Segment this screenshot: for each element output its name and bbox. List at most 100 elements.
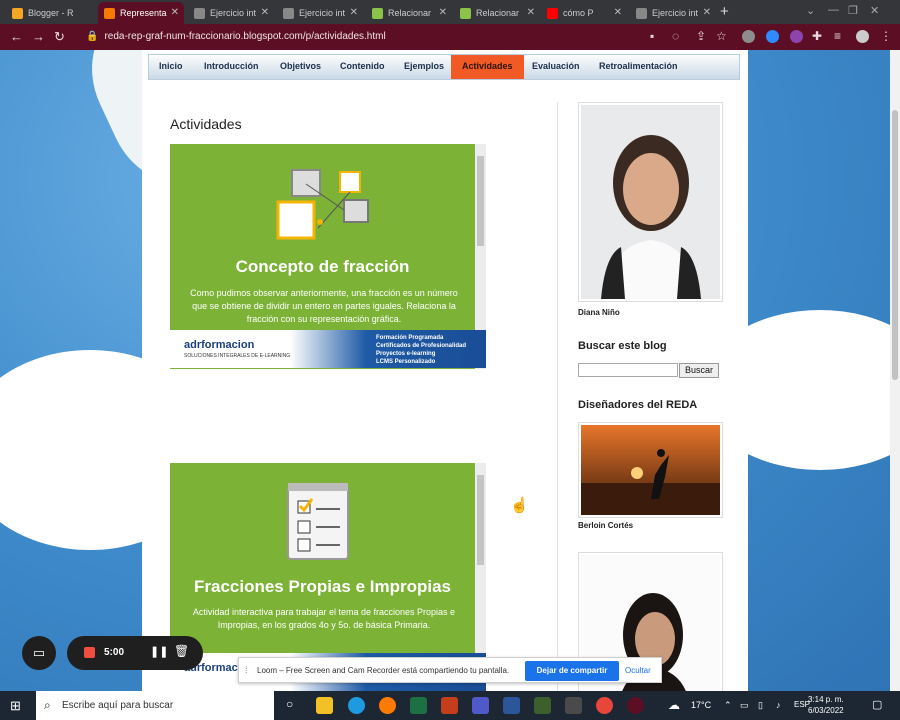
tab-label: Relacionar bbox=[476, 8, 520, 18]
scroll-thumb[interactable] bbox=[892, 110, 898, 380]
tab-ejercicio-3[interactable]: Ejercicio int ✕ bbox=[630, 2, 716, 24]
more-icon[interactable]: ⋮ bbox=[880, 29, 892, 43]
close-tab-icon[interactable]: ✕ bbox=[439, 7, 447, 18]
task-view-icon[interactable]: ○ bbox=[286, 697, 293, 711]
weather-icon[interactable]: ☁ bbox=[668, 698, 680, 712]
menu-item-actividades[interactable]: Actividades bbox=[451, 55, 524, 79]
menu-item-retroalimentacion[interactable]: Retroalimentación bbox=[599, 61, 678, 71]
clock[interactable]: 3:14 p. m. 6/03/2022 bbox=[808, 694, 844, 716]
activity-card-concepto[interactable]: Concepto de fracción Como pudimos observ… bbox=[170, 144, 486, 369]
puzzle-icon[interactable]: ✚ bbox=[812, 29, 822, 43]
extension-icon[interactable] bbox=[742, 30, 755, 43]
powerpoint-icon[interactable] bbox=[441, 697, 458, 714]
menu-item-objetivos[interactable]: Objetivos bbox=[280, 61, 321, 71]
excel-icon[interactable] bbox=[410, 697, 427, 714]
scroll-thumb[interactable] bbox=[477, 156, 484, 246]
trash-icon[interactable]: 🗑 bbox=[174, 644, 189, 658]
tab-relacionar-2[interactable]: Relacionar ✕ bbox=[454, 2, 540, 24]
notifications-icon[interactable]: ▢ bbox=[872, 698, 882, 711]
battery-icon[interactable]: ▯ bbox=[758, 700, 763, 711]
windows-start-icon[interactable]: ⊞ bbox=[10, 698, 21, 714]
app-icon[interactable] bbox=[565, 697, 582, 714]
scroll-thumb[interactable] bbox=[477, 475, 484, 565]
hide-link[interactable]: Ocultar bbox=[625, 666, 651, 675]
ad-banner[interactable]: adrformacion SOLUCIONES INTEGRALES DE E-… bbox=[170, 330, 486, 368]
media-icon[interactable]: ≡ bbox=[834, 29, 841, 43]
back-icon[interactable]: ← bbox=[10, 29, 23, 44]
sunset-image bbox=[581, 425, 720, 515]
eye-slash-icon[interactable]: ◌ bbox=[672, 29, 679, 43]
loom-controls: 5:00 ❚❚ 🗑 bbox=[67, 636, 203, 670]
app-icon[interactable] bbox=[534, 697, 551, 714]
checklist-icon bbox=[287, 483, 349, 560]
tab-label: Representa bbox=[120, 8, 167, 18]
taskbar-search-placeholder: Escribe aquí para buscar bbox=[62, 700, 174, 711]
profile-name: Diana Niño bbox=[578, 308, 620, 317]
profile-photo[interactable] bbox=[578, 102, 723, 302]
drag-handle-icon[interactable]: ⁞ bbox=[245, 665, 248, 675]
globe-icon bbox=[194, 7, 205, 19]
reload-icon[interactable]: ↻ bbox=[54, 29, 65, 45]
chevron-down-icon[interactable]: ⌄ bbox=[806, 4, 815, 17]
firefox-icon[interactable] bbox=[379, 697, 396, 714]
search-widget-title: Buscar este blog bbox=[578, 340, 667, 352]
designer-photo[interactable] bbox=[578, 422, 723, 518]
tab-ejercicio-2[interactable]: Ejercicio int ✕ bbox=[277, 2, 363, 24]
volume-icon[interactable]: ♪ bbox=[776, 700, 781, 710]
chrome-icon[interactable] bbox=[596, 697, 613, 714]
avatar[interactable] bbox=[856, 30, 869, 43]
menu-item-contenido[interactable]: Contenido bbox=[340, 61, 385, 71]
share-message: Loom – Free Screen and Cam Recorder está… bbox=[257, 666, 510, 675]
page-scrollbar[interactable] bbox=[890, 50, 900, 691]
minimize-icon[interactable]: — bbox=[828, 4, 839, 16]
address-bar[interactable]: 🔒 reda-rep-graf-num-fraccionario.blogspot… bbox=[76, 27, 646, 47]
tab-blogger[interactable]: Blogger - R bbox=[6, 2, 92, 24]
column-divider bbox=[557, 102, 558, 691]
menu-item-evaluacion[interactable]: Evaluación bbox=[532, 61, 580, 71]
search-button[interactable]: Buscar bbox=[679, 363, 719, 378]
close-tab-icon[interactable]: ✕ bbox=[350, 7, 358, 18]
chrome-icon[interactable] bbox=[627, 697, 644, 714]
page-viewport: Inicio Introducción Objetivos Contenido … bbox=[0, 50, 890, 691]
ad-subtitle: SOLUCIONES INTEGRALES DE E-LEARNING bbox=[184, 353, 291, 359]
loom-camera-button[interactable]: ▭ bbox=[22, 636, 56, 670]
extension-icon[interactable] bbox=[790, 30, 803, 43]
tab-label: cómo P bbox=[563, 8, 594, 18]
stop-sharing-button[interactable]: Dejar de compartir bbox=[525, 661, 619, 681]
close-tab-icon[interactable]: ✕ bbox=[171, 7, 179, 18]
globe-icon bbox=[636, 7, 647, 19]
tab-representa[interactable]: Representa ✕ bbox=[98, 2, 184, 24]
share-icon[interactable]: ⇪ bbox=[696, 29, 706, 43]
close-window-icon[interactable]: ✕ bbox=[870, 4, 879, 17]
youtube-icon bbox=[547, 7, 558, 19]
menu-item-introduccion[interactable]: Introducción bbox=[204, 61, 259, 71]
file-explorer-icon[interactable] bbox=[316, 697, 333, 714]
star-icon[interactable]: ☆ bbox=[716, 29, 727, 43]
tab-label: Ejercicio int bbox=[210, 8, 257, 18]
edge-icon[interactable] bbox=[348, 697, 365, 714]
stop-recording-icon[interactable] bbox=[84, 647, 95, 658]
restore-icon[interactable]: ❐ bbox=[848, 4, 858, 17]
tab-ejercicio-1[interactable]: Ejercicio int ✕ bbox=[188, 2, 274, 24]
camera-icon[interactable]: ▪ bbox=[650, 29, 654, 43]
card-description: Actividad interactiva para trabajar el t… bbox=[192, 607, 456, 630]
tab-youtube[interactable]: cómo P ✕ bbox=[541, 2, 627, 24]
chevron-up-icon[interactable]: ⌃ bbox=[724, 700, 732, 711]
new-tab-icon[interactable]: + bbox=[720, 3, 729, 20]
word-icon[interactable] bbox=[503, 697, 520, 714]
forward-icon[interactable]: → bbox=[32, 29, 45, 44]
meet-icon[interactable]: ▭ bbox=[740, 700, 749, 711]
close-tab-icon[interactable]: ✕ bbox=[703, 7, 711, 18]
close-tab-icon[interactable]: ✕ bbox=[261, 7, 269, 18]
tab-relacionar-1[interactable]: Relacionar ✕ bbox=[366, 2, 452, 24]
blogger-icon bbox=[104, 7, 115, 19]
menu-item-inicio[interactable]: Inicio bbox=[159, 61, 183, 71]
menu-item-ejemplos[interactable]: Ejemplos bbox=[404, 61, 444, 71]
zoom-icon[interactable] bbox=[766, 30, 779, 43]
taskbar-search[interactable]: ⌕ Escribe aquí para buscar bbox=[36, 691, 274, 720]
close-tab-icon[interactable]: ✕ bbox=[527, 7, 535, 18]
pause-icon[interactable]: ❚❚ bbox=[150, 645, 168, 658]
search-input[interactable] bbox=[578, 363, 678, 377]
teams-icon[interactable] bbox=[472, 697, 489, 714]
close-tab-icon[interactable]: ✕ bbox=[614, 7, 622, 18]
